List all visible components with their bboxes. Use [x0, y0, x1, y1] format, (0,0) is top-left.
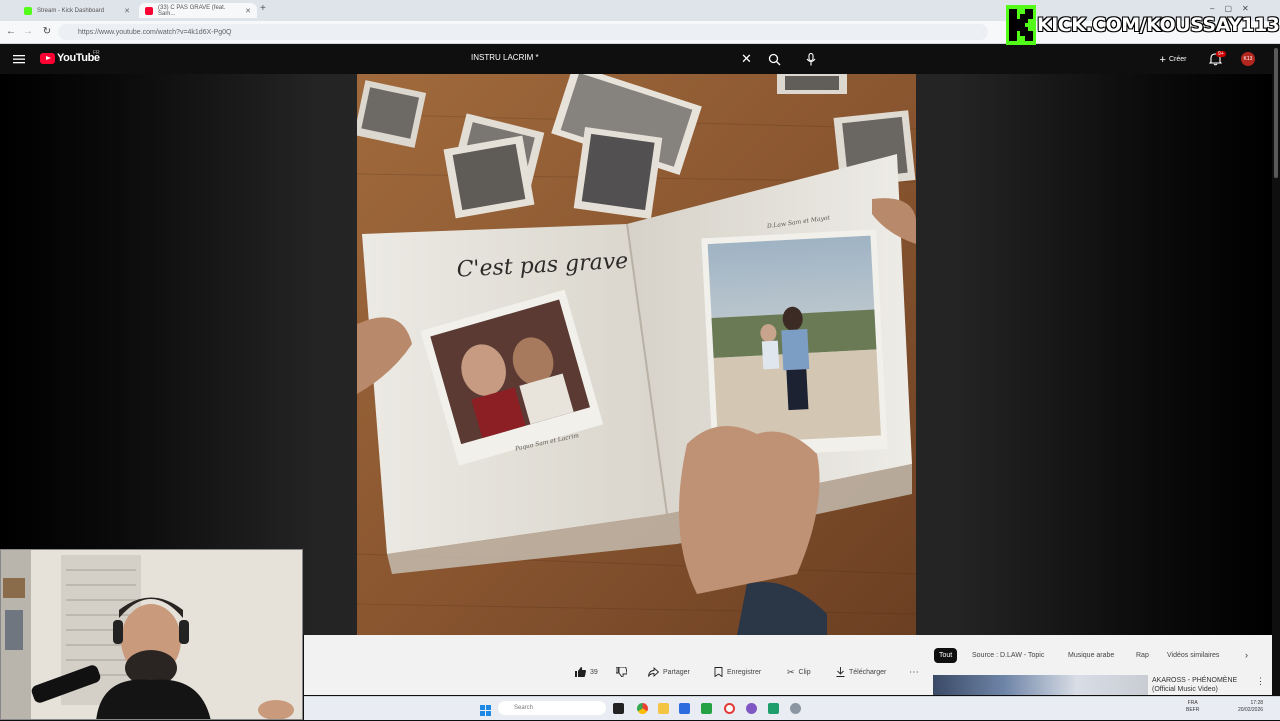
close-tab-icon[interactable]: ✕: [245, 7, 251, 15]
download-label: Télécharger: [849, 668, 887, 676]
album-cover-art: C'est pas grave Paquo Sam et Lacrim D.La…: [357, 74, 916, 635]
tab-kick-dashboard[interactable]: Stream - Kick Dashboard ✕: [18, 3, 136, 18]
search-input[interactable]: INSTRU LACRIM * ✕: [463, 50, 760, 68]
opera-icon[interactable]: [724, 703, 735, 714]
search-query-text: INSTRU LACRIM *: [471, 53, 539, 62]
share-button[interactable]: Partager: [648, 664, 690, 680]
next-video-thumbnail[interactable]: [933, 675, 1148, 695]
dislike-button[interactable]: [616, 664, 627, 680]
clip-button[interactable]: ✂ Clip: [787, 664, 811, 680]
youtube-header: YouTube FR INSTRU LACRIM * ✕ + Créer 9+ …: [0, 44, 1280, 74]
app-icon[interactable]: [768, 703, 779, 714]
scrollbar-thumb[interactable]: [1274, 48, 1278, 178]
voice-search-button[interactable]: [802, 50, 820, 68]
clear-search-icon[interactable]: ✕: [741, 50, 752, 68]
create-label: Créer: [1168, 56, 1187, 63]
forward-arrow-icon[interactable]: →: [21, 26, 35, 37]
clock-date: 20/02/2026: [1238, 707, 1264, 713]
download-button[interactable]: Télécharger: [836, 664, 886, 680]
thumbs-up-icon: [575, 667, 586, 677]
task-view-icon[interactable]: [613, 703, 624, 714]
plus-icon: +: [1159, 53, 1166, 66]
more-actions-icon[interactable]: ⋯: [909, 664, 919, 680]
chip-similar-videos[interactable]: Vidéos similaires: [1162, 648, 1224, 663]
microphone-icon: [806, 52, 816, 66]
scissors-icon: ✂: [787, 666, 795, 677]
search-icon: [768, 53, 780, 66]
like-button[interactable]: 39: [575, 664, 598, 680]
album-cover-frame[interactable]: C'est pas grave Paquo Sam et Lacrim D.La…: [357, 74, 916, 635]
taskbar-search-field[interactable]: Search: [498, 701, 606, 715]
kebab-menu-icon[interactable]: ⋮: [1256, 676, 1265, 687]
search-button[interactable]: [763, 50, 785, 68]
app-icon[interactable]: [746, 703, 757, 714]
language-indicator[interactable]: FRA BEFR: [1186, 700, 1199, 714]
language-code: FRA: [1187, 700, 1198, 706]
webcam-feed: [1, 550, 302, 719]
kick-stream-overlay: KICK.COM/KOUSSAY113: [1006, 4, 1280, 46]
windows-start-icon[interactable]: [480, 703, 491, 716]
thumbs-down-icon: [616, 667, 627, 677]
chevron-right-icon[interactable]: ›: [1245, 650, 1248, 660]
file-explorer-icon[interactable]: [658, 703, 669, 714]
save-label: Enregistrer: [727, 668, 762, 676]
chip-rap[interactable]: Rap: [1131, 648, 1154, 663]
create-button[interactable]: + Créer: [1151, 51, 1195, 68]
chip-source[interactable]: Source : D.LAW - Topic: [967, 648, 1049, 663]
streamer-webcam: [0, 549, 303, 720]
new-tab-icon[interactable]: +: [260, 3, 266, 14]
notification-count-badge: 9+: [1216, 51, 1226, 57]
settings-gear-icon[interactable]: [790, 703, 801, 714]
country-code: FR: [93, 50, 100, 56]
taskbar-clock[interactable]: 17:28 20/02/2026: [1238, 700, 1263, 714]
url-text: https://www.youtube.com/watch?v=4k1d6X-P…: [78, 28, 232, 36]
chip-all[interactable]: Tout: [934, 648, 958, 663]
clip-label: Clip: [798, 668, 811, 676]
bookmark-icon: [714, 667, 723, 677]
tab-youtube-video[interactable]: (33) C PAS GRAVE (feat. Sam... ✕: [139, 3, 257, 18]
reload-icon[interactable]: ↻: [40, 26, 54, 37]
app-icon[interactable]: [701, 703, 712, 714]
kick-logo-icon: [1006, 5, 1036, 45]
clock-time: 17:28: [1250, 700, 1264, 706]
kick-favicon-icon: [24, 6, 32, 15]
save-button[interactable]: Enregistrer: [714, 664, 761, 680]
close-tab-icon[interactable]: ✕: [124, 7, 130, 15]
like-count: 39: [590, 668, 598, 676]
language-layout: BEFR: [1186, 707, 1200, 713]
url-field[interactable]: https://www.youtube.com/watch?v=4k1d6X-P…: [58, 24, 988, 40]
chip-arabic-music[interactable]: Musique arabe: [1063, 648, 1119, 663]
kick-channel-url: KICK.COM/KOUSSAY113: [1036, 13, 1280, 36]
youtube-logo-icon[interactable]: [40, 53, 55, 64]
avatar[interactable]: K13: [1241, 52, 1255, 66]
taskbar-search-placeholder: Search: [514, 705, 534, 711]
download-icon: [836, 667, 845, 677]
app-icon[interactable]: [679, 703, 690, 714]
share-label: Partager: [663, 668, 690, 676]
back-arrow-icon[interactable]: ←: [4, 26, 18, 37]
tab-title: Stream - Kick Dashboard: [37, 7, 105, 14]
share-icon: [648, 667, 659, 677]
youtube-favicon-icon: [145, 6, 153, 15]
menu-hamburger-icon[interactable]: [13, 52, 25, 70]
tab-title: (33) C PAS GRAVE (feat. Sam...: [158, 4, 226, 17]
chrome-icon[interactable]: [637, 703, 648, 714]
next-video-title[interactable]: AKAROSS - PHÉNOMÈNE (Official Music Vide…: [1152, 676, 1257, 694]
